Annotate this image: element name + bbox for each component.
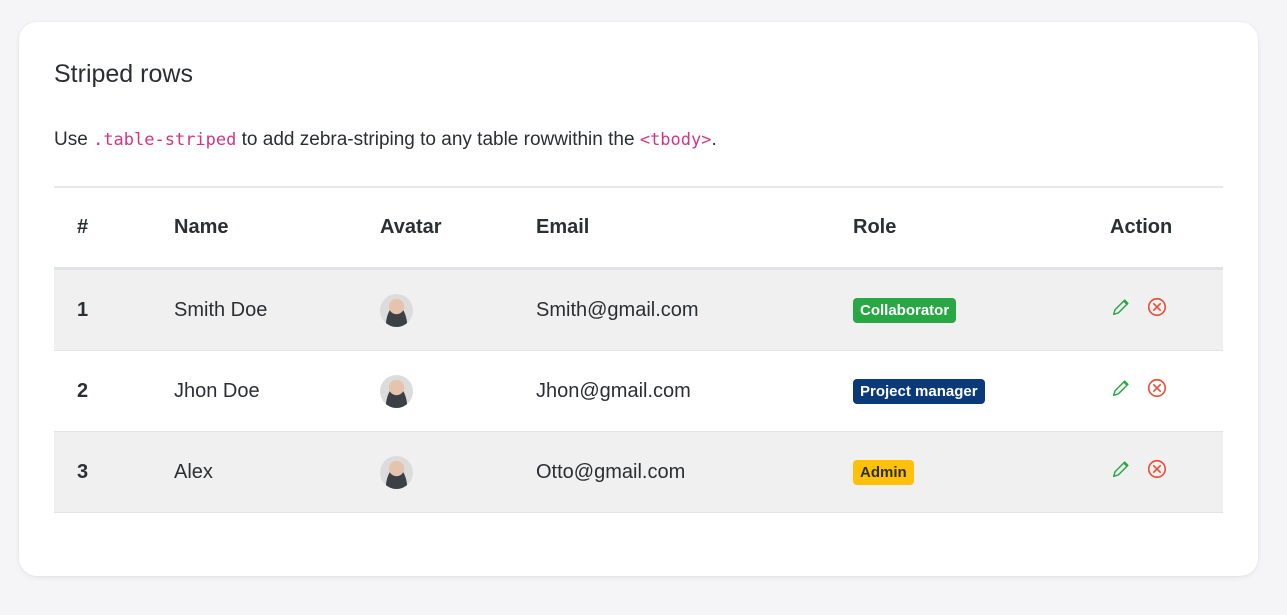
header-avatar: Avatar	[380, 216, 442, 238]
circle-x-icon[interactable]	[1146, 458, 1168, 480]
row-name: Jhon Doe	[174, 350, 380, 432]
table-row: 2 Jhon Doe Jhon@gmail.com Project manage…	[54, 350, 1223, 432]
role-badge: Admin	[853, 459, 914, 485]
row-number: 1	[54, 268, 174, 351]
avatar	[380, 455, 413, 489]
pencil-icon[interactable]	[1110, 296, 1132, 318]
row-actions	[1110, 458, 1223, 480]
circle-x-icon[interactable]	[1146, 296, 1168, 318]
row-email: Jhon@gmail.com	[536, 350, 853, 432]
subtitle-prefix: Use	[54, 129, 94, 150]
circle-x-icon[interactable]	[1146, 377, 1168, 399]
header-email: Email	[536, 216, 590, 238]
users-table: # Name Avatar Email Role Action 1 Smith …	[54, 186, 1223, 513]
row-number: 2	[54, 350, 174, 432]
role-badge: Collaborator	[853, 297, 957, 323]
header-number: #	[77, 216, 89, 238]
card-subtitle: Use .table-striped to add zebra-striping…	[54, 129, 717, 151]
avatar	[380, 374, 413, 408]
row-name: Alex	[174, 431, 380, 513]
subtitle-suffix: .	[711, 129, 717, 150]
row-email: Smith@gmail.com	[536, 268, 853, 351]
role-badge: Project manager	[853, 378, 985, 404]
row-actions	[1110, 377, 1223, 399]
table-header-row: # Name Avatar Email Role Action	[54, 187, 1223, 269]
code-table-striped: .table-striped	[93, 130, 237, 150]
header-name: Name	[174, 216, 229, 238]
row-email: Otto@gmail.com	[536, 431, 853, 513]
pencil-icon[interactable]	[1110, 458, 1132, 480]
pencil-icon[interactable]	[1110, 377, 1132, 399]
subtitle-middle: to add zebra-striping to any table rowwi…	[236, 129, 640, 150]
row-actions	[1110, 296, 1223, 318]
header-role: Role	[853, 216, 897, 238]
avatar	[380, 293, 413, 327]
row-name: Smith Doe	[174, 268, 380, 351]
row-number: 3	[54, 431, 174, 513]
header-action: Action	[1110, 216, 1173, 238]
table-row: 3 Alex Otto@gmail.com Admin	[54, 431, 1223, 513]
striped-rows-card: Striped rows Use .table-striped to add z…	[19, 22, 1258, 576]
table-row: 1 Smith Doe Smith@gmail.com Collaborator	[54, 268, 1223, 351]
code-tbody: <tbody>	[639, 130, 712, 150]
card-title: Striped rows	[54, 60, 193, 88]
users-table-wrapper: # Name Avatar Email Role Action 1 Smith …	[54, 186, 1223, 513]
